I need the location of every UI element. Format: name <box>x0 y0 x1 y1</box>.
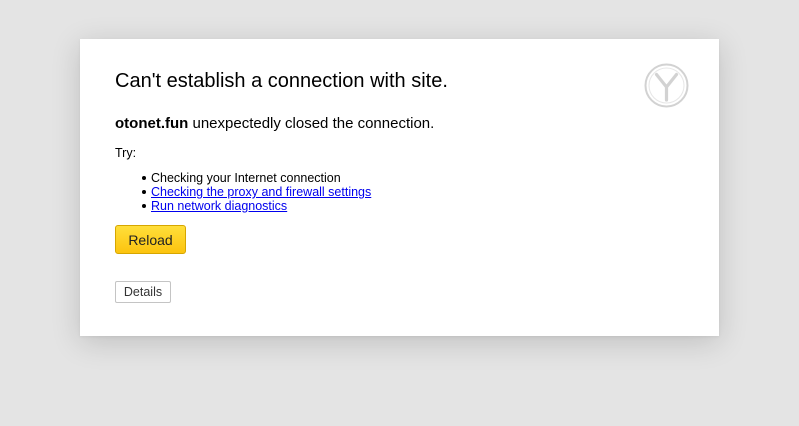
suggestion-text: Checking your Internet connection <box>151 171 341 185</box>
suggestion-check-proxy: Checking the proxy and firewall settings <box>141 185 371 199</box>
yandex-browser-logo-icon <box>644 63 689 108</box>
site-host: otonet.fun <box>115 115 189 132</box>
check-proxy-link[interactable]: Checking the proxy and firewall settings <box>151 185 371 199</box>
try-label: Try: <box>115 146 137 160</box>
suggestion-check-connection: Checking your Internet connection <box>141 171 371 185</box>
error-message-text: unexpectedly closed the connection. <box>188 115 435 132</box>
suggestions-list: Checking your Internet connection Checki… <box>141 171 371 213</box>
page-title: Can't establish a connection with site. <box>115 70 448 92</box>
reload-button[interactable]: Reload <box>115 225 186 254</box>
error-message: otonet.fun unexpectedly closed the conne… <box>115 115 434 133</box>
suggestion-network-diagnostics: Run network diagnostics <box>141 199 371 213</box>
error-card: Can't establish a connection with site. … <box>80 39 719 336</box>
details-button[interactable]: Details <box>115 281 171 303</box>
network-diagnostics-link[interactable]: Run network diagnostics <box>151 199 287 213</box>
